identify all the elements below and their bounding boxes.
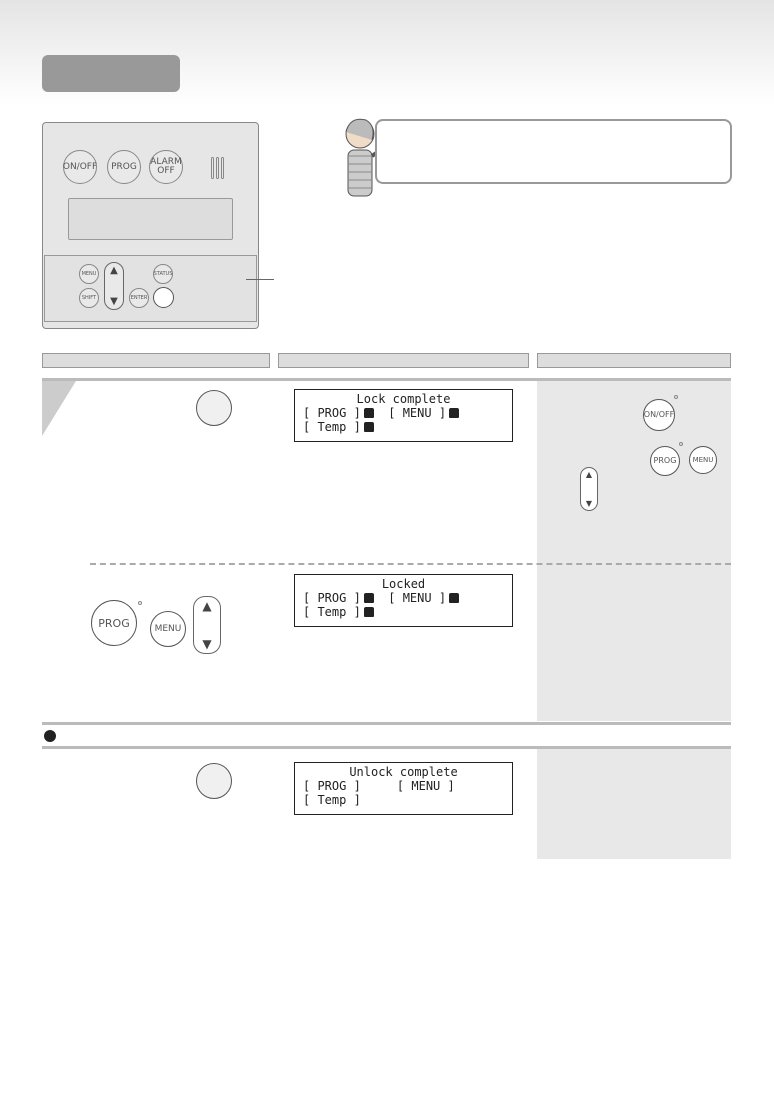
lock-icon — [363, 422, 374, 432]
notes-panel-unlock — [537, 749, 731, 859]
speech-bubble — [375, 119, 732, 184]
highlighted-button — [153, 287, 174, 308]
lcd-menu: [ MENU ] — [388, 406, 447, 420]
up-arrow-icon: ▲ — [110, 265, 118, 276]
column-header-notes — [537, 353, 731, 368]
lcd-title: Lock complete — [356, 392, 451, 406]
unlock-button[interactable] — [196, 763, 232, 799]
on-off-button: ON/OFF — [643, 399, 675, 431]
lcd-prog: [ PROG ] — [303, 591, 361, 605]
up-down-rocker: ▲ ▼ — [104, 262, 124, 310]
bullet-icon — [44, 730, 56, 742]
indicator-led — [138, 601, 142, 605]
alarm-off-button: ALARM OFF — [149, 150, 183, 184]
lcd-title: Unlock complete — [349, 765, 458, 779]
lcd-prog: [ PROG ] — [303, 406, 361, 420]
notes-panel: ON/OFF PROG MENU ▲ ▼ — [537, 381, 731, 721]
menu-button: MENU — [689, 446, 717, 474]
speaker-grille — [211, 157, 214, 179]
speaker-grille — [216, 157, 219, 179]
controller-cover: MENU SHIFT ▲ ▼ STATUS ENTER — [44, 255, 257, 322]
lcd-lock-complete: Lock complete [ PROG ] [ MENU ] [ Temp ] — [294, 389, 513, 442]
step-marker — [42, 381, 76, 436]
lock-button[interactable] — [196, 390, 232, 426]
lcd-temp: [ Temp ] — [303, 605, 361, 619]
lcd-menu: [ MENU ] — [388, 591, 447, 605]
divider — [42, 722, 731, 725]
lock-icon — [363, 607, 374, 617]
up-arrow-icon: ▲ — [585, 470, 593, 479]
up-arrow-icon: ▲ — [202, 599, 212, 613]
step-divider — [90, 563, 731, 565]
column-header-operation — [42, 353, 270, 368]
menu-button: MENU — [79, 264, 99, 284]
on-off-button: ON/OFF — [63, 150, 97, 184]
column-header-display — [278, 353, 529, 368]
lcd-temp: [ Temp ] — [303, 420, 361, 434]
status-button: STATUS — [153, 264, 173, 284]
lcd-temp: [ Temp ] — [303, 793, 361, 807]
shift-button: SHIFT — [79, 288, 99, 308]
lcd-unlock-complete: Unlock complete [ PROG ] [ MENU ] [ Temp… — [294, 762, 513, 815]
indicator-led — [679, 442, 683, 446]
lock-icon — [449, 593, 460, 603]
section-title-tab — [42, 55, 180, 92]
down-arrow-icon: ▼ — [110, 296, 118, 307]
prog-button: PROG — [107, 150, 141, 184]
down-arrow-icon: ▼ — [585, 499, 593, 508]
lcd-prog: [ PROG ] — [303, 779, 361, 793]
up-down-rocker[interactable]: ▲ ▼ — [193, 596, 221, 654]
callout-line — [246, 279, 274, 280]
lock-icon — [363, 408, 374, 418]
lock-icon — [449, 408, 460, 418]
down-arrow-icon: ▼ — [202, 637, 212, 651]
lcd-menu: [ MENU ] — [396, 779, 455, 793]
prog-button: PROG — [650, 446, 680, 476]
enter-button: ENTER — [129, 288, 149, 308]
prog-button[interactable]: PROG — [91, 600, 137, 646]
speaker-grille — [221, 157, 224, 179]
lock-icon — [363, 593, 374, 603]
lcd-title: Locked — [381, 577, 426, 591]
indicator-led — [674, 395, 678, 399]
lcd-locked: Locked [ PROG ] [ MENU ] [ Temp ] — [294, 574, 513, 627]
up-down-rocker: ▲ ▼ — [580, 467, 598, 511]
menu-button[interactable]: MENU — [150, 611, 186, 647]
controller-screen — [68, 198, 233, 240]
